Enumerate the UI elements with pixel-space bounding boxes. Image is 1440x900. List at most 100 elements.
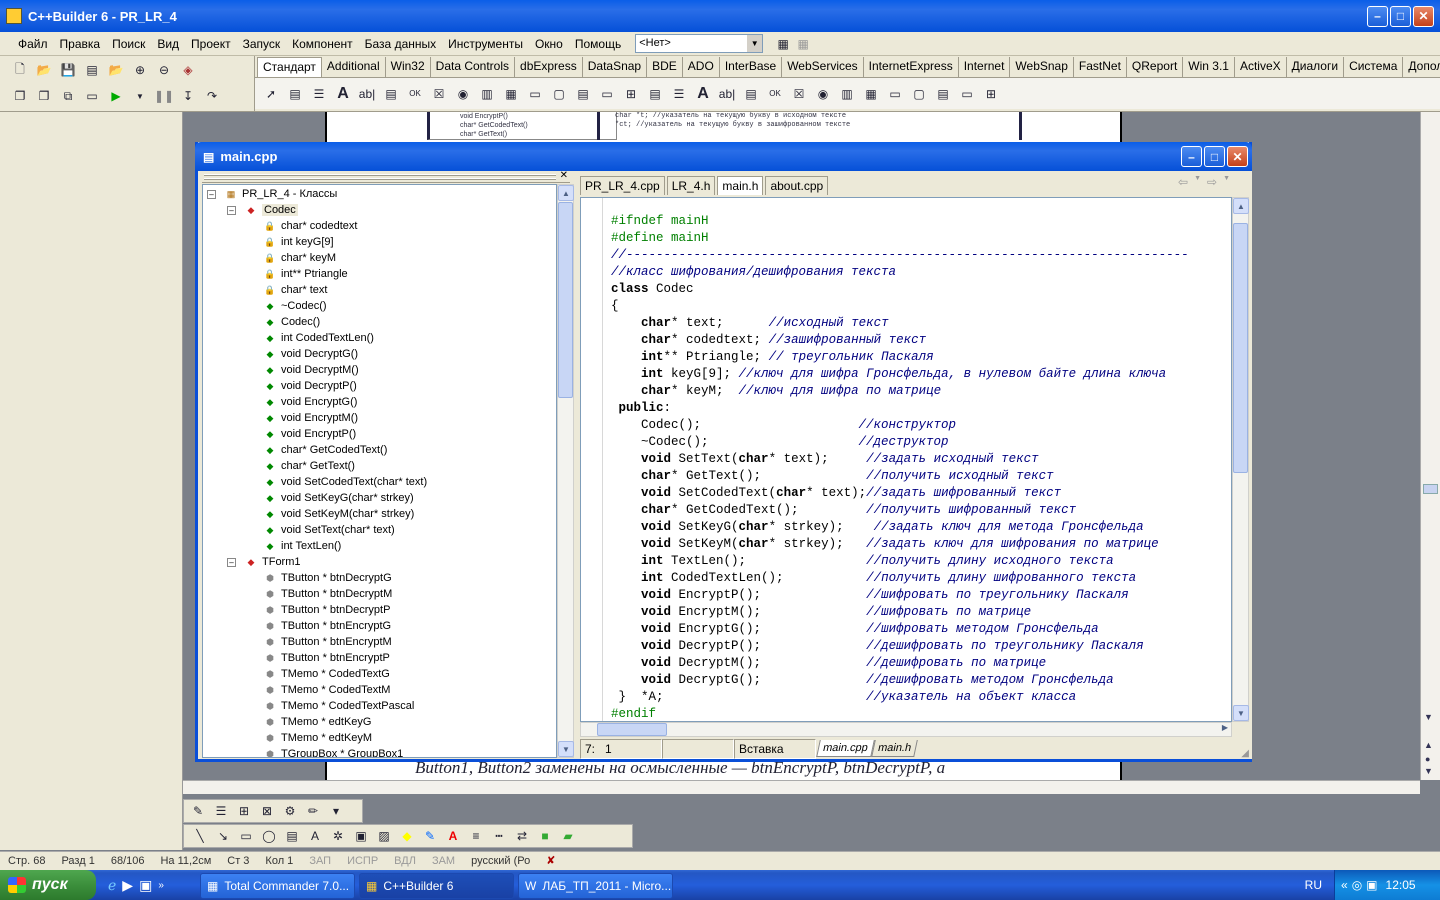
palette-tab[interactable]: WebSnap: [1010, 57, 1074, 77]
view-form-icon[interactable]: ❐: [34, 86, 54, 106]
code-line[interactable]: {: [611, 298, 1231, 315]
code-line[interactable]: int** Ptriangle; // треугольник Паскаля: [611, 349, 1231, 366]
tree-member[interactable]: ⬢ TMemo * edtKeyM: [203, 730, 556, 746]
actionlist-icon-2[interactable]: ⊞: [981, 84, 1001, 104]
textbox-icon[interactable]: ▤: [282, 826, 302, 846]
media-player-icon[interactable]: ▶: [122, 877, 133, 894]
table-icon[interactable]: ⊞: [234, 801, 254, 821]
code-line[interactable]: #ifndef mainH: [611, 213, 1231, 230]
tray-app-icon[interactable]: ▣: [1366, 878, 1377, 892]
rectangle-icon[interactable]: ▭: [236, 826, 256, 846]
status-ovr[interactable]: ЗАМ: [424, 852, 463, 870]
code-hscroll[interactable]: ▶: [580, 722, 1232, 737]
palette-tab[interactable]: Стандарт: [257, 57, 322, 77]
tree-member[interactable]: ◆ void DecryptM(): [203, 362, 556, 378]
code-line[interactable]: void EncryptP(); //шифровать по треуголь…: [611, 587, 1231, 604]
code-area[interactable]: #ifndef mainH #define mainH //------------…: [580, 197, 1232, 722]
tree-member[interactable]: ⬢ TGroupBox * GroupBox1: [203, 746, 556, 757]
radiogroup-icon-2[interactable]: ▤: [933, 84, 953, 104]
expand-icon[interactable]: –: [207, 189, 216, 199]
tray-expand-icon[interactable]: «: [1341, 878, 1348, 892]
radiobutton-icon[interactable]: ◉: [453, 84, 473, 104]
checkbox-icon-2[interactable]: ☒: [789, 84, 809, 104]
tree-member[interactable]: ⬢ TButton * btnDecryptP: [203, 602, 556, 618]
groupbox-icon[interactable]: ▢: [549, 84, 569, 104]
tree-member[interactable]: ◆ void EncryptP(): [203, 426, 556, 442]
spelling-icon[interactable]: ✘: [538, 852, 563, 870]
add-to-project-icon[interactable]: ⊕: [130, 60, 150, 80]
tree-member[interactable]: ⬢ TButton * btnEncryptG: [203, 618, 556, 634]
menu-search[interactable]: Поиск: [106, 34, 151, 54]
run-dropdown-icon[interactable]: ▼: [130, 86, 150, 106]
button-icon[interactable]: OK: [405, 84, 425, 104]
menu-edit[interactable]: Правка: [54, 34, 107, 54]
code-line[interactable]: void DecryptM(); //дешифровать по матриц…: [611, 655, 1231, 672]
tree-member[interactable]: 🔒 char* codedtext: [203, 218, 556, 234]
code-line[interactable]: //--------------------------------------…: [611, 247, 1231, 264]
tree-member[interactable]: ⬢ TButton * btnEncryptP: [203, 650, 556, 666]
show-desktop-icon[interactable]: ▣: [139, 877, 152, 894]
code-line[interactable]: public:: [611, 400, 1231, 417]
status-trk[interactable]: ИСПР: [339, 852, 386, 870]
bottom-tab[interactable]: main.h: [870, 740, 918, 757]
code-scroll-up-icon[interactable]: ▲: [1233, 198, 1249, 214]
radiogroup-icon[interactable]: ▤: [573, 84, 593, 104]
taskbar-cbuilder[interactable]: ▦ C++Builder 6: [359, 873, 514, 899]
back-dropdown-icon[interactable]: ▼: [1194, 175, 1201, 193]
tree-root[interactable]: – ▦ PR_LR_4 - Классы: [203, 186, 556, 202]
tree-member[interactable]: 🔒 int** Ptriangle: [203, 266, 556, 282]
save-desktop-icon[interactable]: ▦: [773, 34, 793, 54]
palette-tab[interactable]: Win 3.1: [1183, 57, 1235, 77]
delete-table-icon[interactable]: ⊠: [257, 801, 277, 821]
expand-icon[interactable]: –: [227, 205, 236, 215]
tree-scroll-thumb[interactable]: [558, 202, 573, 398]
button-icon-2[interactable]: OK: [765, 84, 785, 104]
menu-project[interactable]: Проект: [185, 34, 237, 54]
menu-file[interactable]: Файл: [12, 34, 54, 54]
tree-member[interactable]: ◆ void EncryptM(): [203, 410, 556, 426]
fill-color-icon[interactable]: ◆: [397, 826, 417, 846]
status-ext[interactable]: ВДЛ: [386, 852, 424, 870]
lang-indicator[interactable]: RU: [1305, 870, 1322, 900]
scrollbar-icon-2[interactable]: ▭: [885, 84, 905, 104]
desktop-combo[interactable]: <Нет> ▼: [635, 34, 764, 53]
tree-member[interactable]: ◆ char* GetText(): [203, 458, 556, 474]
tree-member[interactable]: 🔒 char* text: [203, 282, 556, 298]
code-line[interactable]: char* GetCodedText(); //получить шифрова…: [611, 502, 1231, 519]
actionlist-icon[interactable]: ⊞: [621, 84, 641, 104]
menu-view[interactable]: Вид: [151, 34, 185, 54]
pause-icon[interactable]: ❚❚: [154, 86, 174, 106]
scroll-down-icon[interactable]: ▼: [1424, 712, 1433, 722]
combobox-icon[interactable]: ▦: [501, 84, 521, 104]
line-style-icon[interactable]: ≡: [466, 826, 486, 846]
scrollbar-icon[interactable]: ▭: [525, 84, 545, 104]
editor-titlebar[interactable]: ▤ main.cpp – □ ✕: [195, 142, 1252, 171]
code-scroll-down-icon[interactable]: ▼: [1233, 705, 1249, 721]
code-hscroll-thumb[interactable]: [597, 723, 667, 736]
label-icon-2[interactable]: A: [693, 84, 713, 104]
code-line[interactable]: char* GetText(); //получить исходный тек…: [611, 468, 1231, 485]
editor-close-icon[interactable]: ✕: [1227, 146, 1248, 167]
palette-tab[interactable]: InterBase: [720, 57, 783, 77]
tree-class-codec[interactable]: – ◆ Codec: [203, 202, 556, 218]
open-icon[interactable]: 📂: [34, 60, 54, 80]
palette-tab[interactable]: Data Controls: [431, 57, 516, 77]
edit-icon[interactable]: ab|: [357, 84, 377, 104]
open-project-icon[interactable]: 📂: [106, 60, 126, 80]
editor-maximize-icon[interactable]: □: [1204, 146, 1225, 167]
code-line[interactable]: void EncryptM(); //шифровать по матрице: [611, 604, 1231, 621]
clipart-icon[interactable]: ▣: [351, 826, 371, 846]
groupbox-icon-2[interactable]: ▢: [909, 84, 929, 104]
hscroll-right-icon[interactable]: ▶: [1222, 723, 1228, 732]
editor-tab[interactable]: main.h: [717, 176, 764, 195]
palette-tab[interactable]: BDE: [647, 57, 683, 77]
resize-grip-icon[interactable]: ◢: [1241, 748, 1249, 759]
toggle-form-unit-icon[interactable]: ⧉: [58, 86, 78, 106]
start-button[interactable]: пуск: [0, 870, 96, 900]
forward-dropdown-icon[interactable]: ▼: [1223, 175, 1230, 193]
code-line[interactable]: void DecryptP(); //дешифровать по треуго…: [611, 638, 1231, 655]
listbox-icon[interactable]: ▥: [477, 84, 497, 104]
code-line[interactable]: void SetCodedText(char* text);//задать ш…: [611, 485, 1231, 502]
editor-minimize-icon[interactable]: –: [1181, 146, 1202, 167]
tree-member[interactable]: ◆ int TextLen(): [203, 538, 556, 554]
